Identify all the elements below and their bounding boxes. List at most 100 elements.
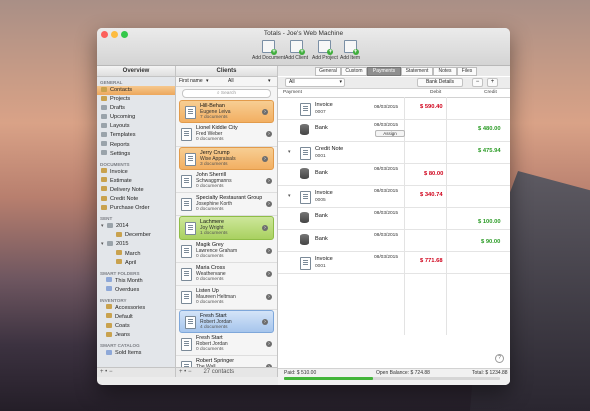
col-payment: Payment	[283, 90, 302, 95]
sidebar-item-overdues[interactable]: Overdues	[97, 286, 175, 295]
add-document-button[interactable]: Add Document	[252, 40, 285, 61]
section-smart-folders: SMART FOLDERS	[100, 270, 140, 276]
payment-row[interactable]: Bank 08/03/2015 $ 100.00	[278, 208, 510, 230]
arrow-right-icon[interactable]: ›	[266, 177, 272, 184]
help-button[interactable]: ?	[495, 354, 504, 363]
assign-button[interactable]: Assign	[375, 130, 405, 137]
client-card[interactable]: Fresh Start Robert Jordan 4 documents ›	[179, 309, 274, 333]
client-icon	[185, 222, 196, 236]
archive-icon	[107, 222, 113, 228]
sidebar-item-2015[interactable]: ▾ 2015	[97, 240, 175, 249]
client-filters: First name ▾ All ▾	[176, 77, 277, 87]
smart-folder-icon	[106, 286, 112, 292]
sidebar-item-sold-items[interactable]: Sold Items	[97, 349, 175, 358]
sidebar-item-drafts[interactable]: Drafts	[97, 104, 175, 113]
sidebar-item-estimate[interactable]: Estimate	[97, 177, 175, 186]
add-project-button[interactable]: Add Project	[312, 40, 338, 61]
client-card[interactable]: Lionel Kiddie City Fred Weber 0 documents ›	[176, 123, 277, 147]
sidebar-item-default[interactable]: Default	[97, 313, 175, 322]
payment-row[interactable]: Invoice 0007 08/03/2015 $ 590.40	[278, 98, 510, 120]
sidebar-item-settings[interactable]: Settings	[97, 150, 175, 159]
payment-row[interactable]: Bank 08/03/2015 Assign $ 480.00	[278, 120, 510, 142]
sidebar-item-contacts[interactable]: Contacts	[97, 86, 175, 96]
document-icon	[262, 40, 278, 55]
remove-payment-button[interactable]: −	[472, 78, 483, 87]
sidebar-item-invoice[interactable]: Invoice	[97, 168, 175, 177]
client-card[interactable]: John Sherrill Schwaggmanns 0 documents ›	[176, 170, 277, 194]
app-window: Totals - Joe's Web Machine Add Document …	[97, 28, 510, 385]
invoice-icon	[300, 257, 311, 270]
arrow-right-icon[interactable]: ›	[262, 109, 268, 115]
client-card[interactable]: Hill-Behan Eugene Leiva 7 documents ›	[179, 100, 274, 124]
chevron-down-icon: ▾	[268, 78, 271, 84]
arrow-right-icon[interactable]: ›	[262, 318, 268, 325]
paid-amount: Paid: $ 510.00	[284, 370, 317, 376]
sidebar-item-jeans[interactable]: Jeans	[97, 331, 175, 340]
sidebar-item-2014[interactable]: ▾ 2014	[97, 222, 175, 231]
smart-folder-icon	[106, 349, 112, 355]
folder-icon	[106, 304, 112, 310]
tab-custom[interactable]: Custom	[341, 67, 367, 76]
folder-icon	[116, 250, 122, 255]
arrow-right-icon[interactable]: ›	[266, 247, 272, 254]
payment-row[interactable]: Bank 08/03/2015 $ 80.00	[278, 164, 510, 186]
payment-filter-select[interactable]: All ▾	[285, 78, 345, 87]
add-client-button[interactable]: Add Client	[285, 40, 308, 61]
add-item-button[interactable]: Add Item	[340, 40, 360, 61]
window-title: Totals - Joe's Web Machine	[263, 30, 344, 37]
tab-payments[interactable]: Payments	[367, 67, 401, 76]
sidebar-item-delivery-note[interactable]: Delivery Note	[97, 186, 175, 195]
invoice-icon	[300, 103, 311, 116]
bank-icon	[300, 124, 309, 135]
tab-files[interactable]: Files	[457, 67, 477, 76]
arrow-right-icon[interactable]: ›	[266, 340, 272, 347]
sidebar-item-april[interactable]: April	[97, 259, 175, 268]
payment-row[interactable]: Bank 08/03/2015 $ 90.00	[278, 230, 510, 252]
tab-general[interactable]: General	[315, 67, 341, 76]
client-search-input[interactable]: ⌕ Search	[182, 89, 271, 98]
paid-progress-fill	[284, 377, 373, 380]
sidebar-item-coats[interactable]: Coats	[97, 322, 175, 331]
sidebar-item-upcoming[interactable]: Upcoming	[97, 113, 175, 122]
add-payment-button[interactable]: +	[487, 78, 498, 87]
client-card[interactable]: Listen Up Maureen Heltman 0 documents ›	[176, 286, 277, 310]
folder-icon	[101, 195, 107, 201]
filter-select[interactable]: All	[228, 78, 234, 84]
sidebar-footer-controls[interactable]: + • −	[97, 367, 175, 377]
tab-statement[interactable]: Statement	[401, 67, 433, 76]
client-card[interactable]: Magik Grey Lawrence Graham 0 documents ›	[176, 240, 277, 264]
folder-icon	[101, 186, 107, 192]
clients-header: Clients	[176, 66, 277, 77]
sidebar-item-march[interactable]: March	[97, 250, 175, 259]
sidebar-item-accessories[interactable]: Accessories	[97, 304, 175, 313]
client-card[interactable]: Fresh Start Robert Jordan 0 documents ›	[176, 333, 277, 357]
sidebar-item-purchase-order[interactable]: Purchase Order	[97, 204, 175, 213]
client-card[interactable]: Jerry Crump Wise Appraisals 3 documents ›	[179, 146, 274, 170]
client-card[interactable]: Maria Cross Weathervane 0 documents ›	[176, 263, 277, 287]
folder-icon	[106, 331, 112, 337]
payment-row[interactable]: Invoice 0001 08/03/2015 $ 771.68	[278, 252, 510, 274]
arrow-right-icon[interactable]: ›	[262, 155, 268, 162]
sidebar-item-projects[interactable]: Projects	[97, 95, 175, 104]
payment-row[interactable]: ▾ Credit Note 0001 $ 475.94	[278, 142, 510, 164]
payment-row[interactable]: ▾ Invoice 0005 08/03/2015 $ 340.74	[278, 186, 510, 208]
tab-notes[interactable]: Notes	[433, 67, 457, 76]
disclosure-down-icon[interactable]: ▾	[288, 149, 291, 155]
total-amount: Total: $ 1234.88	[472, 370, 508, 376]
contacts-icon	[101, 86, 107, 92]
client-card[interactable]: Specialty Restaurant Group Josephine Kort…	[176, 193, 277, 217]
sidebar-item-reports[interactable]: Reports	[97, 141, 175, 150]
sidebar-item-credit-note[interactable]: Credit Note	[97, 195, 175, 204]
sidebar-item-templates[interactable]: Templates	[97, 131, 175, 140]
bank-details-button[interactable]: Bank Details	[417, 78, 463, 87]
sort-select[interactable]: First name	[179, 78, 203, 84]
sidebar-item-this-month[interactable]: This Month	[97, 277, 175, 286]
sidebar-item-layouts[interactable]: Layouts	[97, 122, 175, 131]
contact-count: 27 contacts	[203, 369, 235, 375]
disclosure-down-icon[interactable]: ▾	[288, 193, 291, 199]
project-icon	[318, 40, 334, 55]
client-card[interactable]: Lachmere Joy Wright 1 documents ›	[179, 216, 274, 240]
sidebar-item-december[interactable]: December	[97, 231, 175, 240]
invoice-icon	[300, 191, 311, 204]
client-footer-controls[interactable]: + • −	[179, 369, 191, 375]
